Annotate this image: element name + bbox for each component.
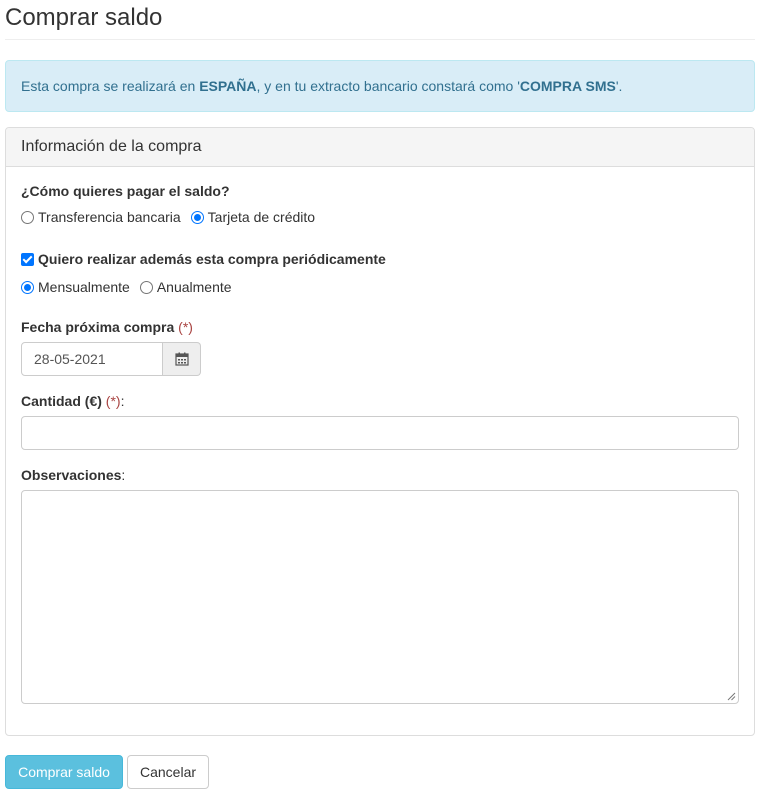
- periodicity-option-monthly[interactable]: Mensualmente: [21, 279, 130, 295]
- periodicity-option-yearly[interactable]: Anualmente: [139, 279, 232, 295]
- amount-label-colon: :: [120, 393, 125, 409]
- payment-option-transfer[interactable]: Transferencia bancaria: [21, 209, 181, 225]
- panel-heading: Información de la compra: [6, 128, 754, 167]
- periodic-purchase-label: Quiero realizar además esta compra perió…: [38, 251, 386, 267]
- required-mark: (*): [178, 319, 193, 335]
- payment-option-card[interactable]: Tarjeta de crédito: [190, 209, 316, 225]
- alert-text-middle: , y en tu extracto bancario constará com…: [256, 78, 520, 94]
- amount-input[interactable]: [21, 416, 739, 450]
- radio-monthly[interactable]: [21, 280, 34, 294]
- notes-textarea[interactable]: [21, 490, 739, 704]
- info-alert: Esta compra se realizará en ESPAÑA, y en…: [5, 60, 755, 112]
- next-purchase-date-label: Fecha próxima compra (*): [21, 319, 193, 335]
- periodic-purchase-checkbox[interactable]: [21, 252, 34, 266]
- calendar-icon: [174, 352, 189, 366]
- cancel-button[interactable]: Cancelar: [127, 755, 209, 789]
- alert-country: ESPAÑA: [199, 78, 257, 94]
- periodicity-yearly-label: Anualmente: [156, 279, 232, 295]
- periodicity-monthly-label: Mensualmente: [38, 279, 130, 295]
- next-purchase-date-input[interactable]: 28-05-2021: [21, 342, 163, 376]
- periodic-purchase-toggle[interactable]: Quiero realizar además esta compra perió…: [21, 251, 386, 267]
- payment-method-label: ¿Cómo quieres pagar el saldo?: [21, 183, 230, 199]
- payment-method-group: Transferencia bancaria Tarjeta de crédit…: [21, 209, 325, 225]
- buy-balance-button[interactable]: Comprar saldo: [5, 755, 123, 789]
- payment-option-card-label: Tarjeta de crédito: [207, 209, 316, 225]
- periodicity-group: Mensualmente Anualmente: [21, 279, 242, 295]
- notes-label-text: Observaciones: [21, 467, 122, 483]
- page: Comprar saldo Esta compra se realizará e…: [0, 0, 760, 794]
- payment-option-transfer-label: Transferencia bancaria: [38, 209, 181, 225]
- notes-label-colon: :: [121, 467, 126, 483]
- resize-grip-icon[interactable]: [727, 692, 736, 701]
- page-title: Comprar saldo: [5, 0, 755, 40]
- date-picker-button[interactable]: [163, 342, 201, 376]
- radio-yearly[interactable]: [139, 280, 153, 294]
- next-purchase-date-label-text: Fecha próxima compra: [21, 319, 175, 335]
- purchase-info-panel: Información de la compra ¿Cómo quieres p…: [5, 127, 755, 736]
- amount-label: Cantidad (€) (*):: [21, 393, 124, 409]
- alert-concept: COMPRA SMS: [519, 78, 616, 94]
- notes-label: Observaciones:: [21, 467, 125, 483]
- radio-credit-card[interactable]: [190, 210, 204, 224]
- required-mark: (*): [105, 393, 121, 409]
- radio-transfer[interactable]: [21, 210, 34, 224]
- alert-text-prefix: Esta compra se realizará en: [21, 78, 200, 94]
- amount-label-text: Cantidad (€): [21, 393, 102, 409]
- alert-text-suffix: '.: [615, 78, 623, 94]
